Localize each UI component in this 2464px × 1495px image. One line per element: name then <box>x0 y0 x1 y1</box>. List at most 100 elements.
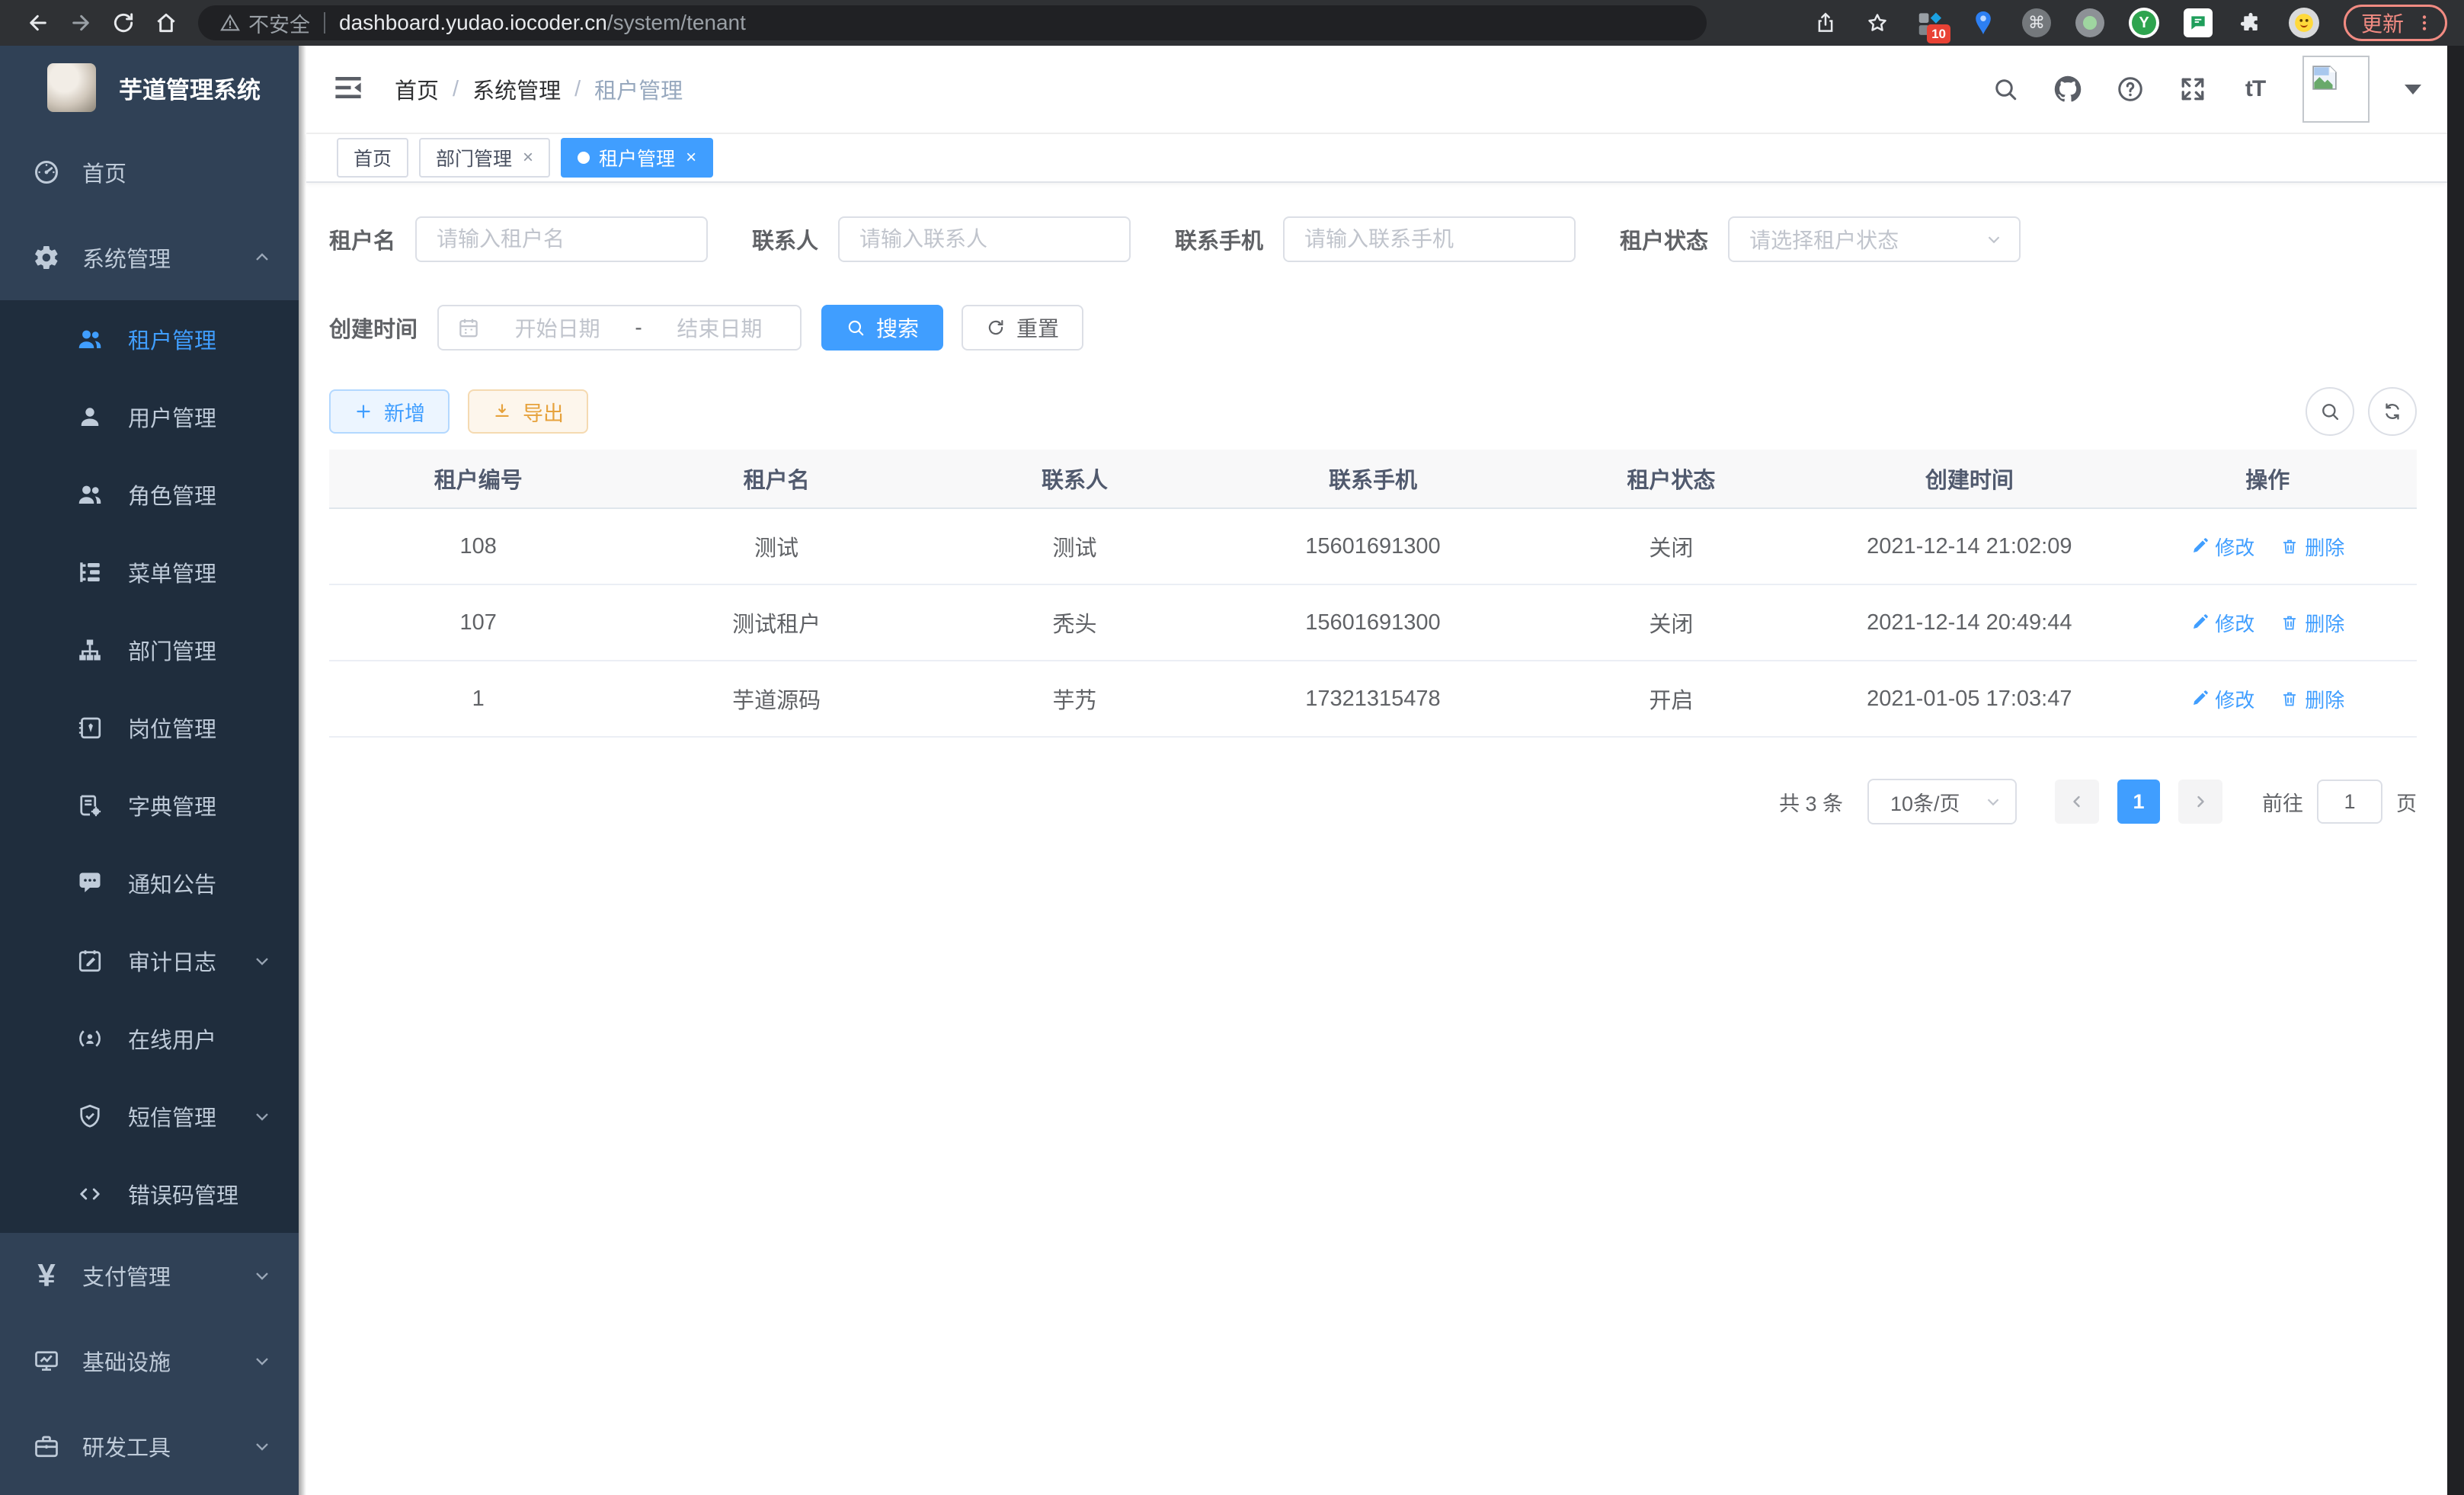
delete-link[interactable]: 删除 <box>2280 609 2344 637</box>
extension-yudao-icon[interactable]: Y <box>2129 8 2159 38</box>
extension-emoji-icon[interactable] <box>2289 8 2319 38</box>
extension-chat-icon[interactable] <box>2184 8 2213 37</box>
tenant-name-input[interactable] <box>415 216 708 262</box>
chevron-down-icon <box>251 1106 273 1127</box>
caret-down-icon[interactable] <box>2405 85 2421 94</box>
sidebar-collapse-button[interactable] <box>332 72 367 107</box>
share-icon[interactable] <box>1812 9 1839 37</box>
sidebar-item-devtools[interactable]: 研发工具 <box>0 1404 299 1489</box>
address-bar[interactable]: 不安全 dashboard.yudao.iocoder.cn/system/te… <box>198 5 1707 40</box>
extension-cmd-icon[interactable]: ⌘ <box>2022 8 2051 37</box>
trash-icon <box>2280 690 2299 708</box>
tenant-page: 租户名 联系人 联系手机 租户状态 请选择租户状态 <box>306 183 2447 824</box>
search-icon[interactable] <box>1990 74 2021 104</box>
sidebar-item-infra[interactable]: 基础设施 <box>0 1318 299 1404</box>
table-row: 1 芋道源码 芋艿 17321315478 开启 2021-01-05 17:0… <box>329 661 2417 738</box>
goto-page-input[interactable] <box>2317 780 2382 824</box>
sidebar-item-post[interactable]: 岗位管理 <box>0 689 299 767</box>
github-icon[interactable] <box>2053 74 2083 104</box>
sidebar-item-role[interactable]: 角色管理 <box>0 456 299 533</box>
tab-home[interactable]: 首页 <box>337 138 408 178</box>
tab-dept[interactable]: 部门管理 × <box>419 138 550 178</box>
breadcrumb-system[interactable]: 系统管理 <box>472 73 561 105</box>
sidebar-item-pay[interactable]: ¥ 支付管理 <box>0 1233 299 1318</box>
extension-dot-icon[interactable] <box>2075 8 2104 37</box>
close-icon[interactable]: × <box>686 147 696 168</box>
next-page-button[interactable] <box>2178 780 2222 824</box>
current-page-button[interactable]: 1 <box>2117 780 2160 824</box>
contact-input[interactable] <box>838 216 1131 262</box>
sidebar-item-error-code[interactable]: 错误码管理 <box>0 1155 299 1233</box>
main-area: 首页 / 系统管理 / 租户管理 tT <box>306 46 2447 1495</box>
delete-link[interactable]: 删除 <box>2280 685 2344 713</box>
trash-icon <box>2280 537 2299 555</box>
status-text: 关闭 <box>1522 607 1820 639</box>
tenant-table: 租户编号 租户名 联系人 联系手机 租户状态 创建时间 操作 108 测试 测试… <box>329 450 2417 738</box>
logo-rabbit-avatar <box>47 63 96 112</box>
sidebar-item-audit-log[interactable]: 审计日志 <box>0 922 299 1000</box>
plus-icon <box>354 402 373 421</box>
page-size-select[interactable]: 10条/页 <box>1867 779 2017 824</box>
mobile-label: 联系手机 <box>1175 223 1263 255</box>
status-select[interactable]: 请选择租户状态 <box>1728 216 2021 262</box>
browser-back-button[interactable] <box>17 6 59 40</box>
sidebar-item-notice[interactable]: 通知公告 <box>0 844 299 922</box>
chevron-down-icon <box>1983 792 2003 812</box>
sidebar-item-tenant[interactable]: 租户管理 <box>0 300 299 378</box>
browser-reload-button[interactable] <box>102 6 145 40</box>
sms-shield-icon <box>76 1103 104 1130</box>
page-url[interactable]: dashboard.yudao.iocoder.cn/system/tenant <box>339 11 746 35</box>
font-size-icon[interactable]: tT <box>2240 74 2270 104</box>
sidebar-item-menu[interactable]: 菜单管理 <box>0 533 299 611</box>
edit-link[interactable]: 修改 <box>2190 685 2254 713</box>
chevron-down-icon <box>251 1265 273 1286</box>
breadcrumb-tenant: 租户管理 <box>594 73 683 105</box>
avatar[interactable] <box>2302 56 2370 123</box>
reset-button[interactable]: 重置 <box>962 305 1083 351</box>
status-label: 租户状态 <box>1620 223 1708 255</box>
window-scrollbar[interactable] <box>2447 46 2464 1495</box>
bookmark-star-icon[interactable] <box>1864 9 1891 37</box>
edit-link[interactable]: 修改 <box>2190 609 2254 637</box>
extension-badge: 10 <box>1927 24 1950 43</box>
status-text: 关闭 <box>1522 530 1820 562</box>
sidebar-item-user[interactable]: 用户管理 <box>0 378 299 456</box>
sidebar-shadow <box>299 46 306 1495</box>
app-logo[interactable]: 芋道管理系统 <box>0 46 299 130</box>
edit-pencil-icon <box>2190 690 2209 708</box>
search-button[interactable]: 搜索 <box>821 305 943 351</box>
sidebar-item-dict[interactable]: 字典管理 <box>0 767 299 844</box>
fullscreen-icon[interactable] <box>2178 74 2208 104</box>
update-label: 更新 <box>2361 8 2404 38</box>
yen-icon: ¥ <box>32 1261 61 1290</box>
sidebar-item-home[interactable]: 首页 <box>0 130 299 215</box>
browser-forward-button[interactable] <box>59 6 102 40</box>
sidebar-item-sms[interactable]: 短信管理 <box>0 1077 299 1155</box>
prev-page-button[interactable] <box>2055 780 2099 824</box>
edit-link[interactable]: 修改 <box>2190 533 2254 561</box>
tab-tenant[interactable]: 租户管理 × <box>561 138 713 178</box>
breadcrumb-home[interactable]: 首页 <box>395 73 439 105</box>
extension-grid-icon[interactable]: 10 <box>1915 8 1944 37</box>
table-toolbar: 新增 导出 <box>329 387 2417 436</box>
browser-home-button[interactable] <box>145 6 187 40</box>
sidebar-item-system[interactable]: 系统管理 <box>0 215 299 300</box>
search-icon <box>2319 401 2341 422</box>
not-secure-warning[interactable]: 不安全 <box>219 8 310 38</box>
add-button[interactable]: 新增 <box>329 389 450 434</box>
extensions-puzzle-icon[interactable] <box>2237 9 2264 37</box>
tenant-users-icon <box>76 325 104 353</box>
create-time-range-picker[interactable]: 开始日期 - 结束日期 <box>437 305 802 351</box>
browser-update-button[interactable]: 更新 <box>2344 5 2447 41</box>
sidebar-item-dept[interactable]: 部门管理 <box>0 611 299 689</box>
sidebar-item-online-user[interactable]: 在线用户 <box>0 1000 299 1077</box>
help-icon[interactable] <box>2115 74 2146 104</box>
refresh-table-button[interactable] <box>2368 387 2417 436</box>
close-icon[interactable]: × <box>523 147 533 168</box>
chevron-left-icon <box>2068 792 2086 811</box>
export-button[interactable]: 导出 <box>468 389 588 434</box>
delete-link[interactable]: 删除 <box>2280 533 2344 561</box>
mobile-input[interactable] <box>1283 216 1576 262</box>
show-search-toggle-button[interactable] <box>2306 387 2354 436</box>
extension-pin-icon[interactable] <box>1969 8 1998 37</box>
